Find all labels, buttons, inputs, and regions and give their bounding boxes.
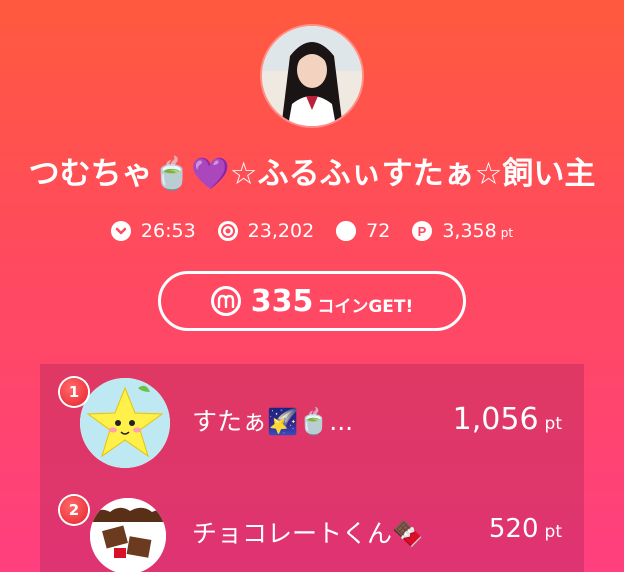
ranking-score-value: 520: [488, 514, 539, 544]
stat-comments-value: 72: [366, 220, 391, 242]
profile-avatar[interactable]: [262, 26, 362, 126]
ranking-name: チョコレートくん🍫: [192, 519, 424, 548]
broadcast-icon: [217, 221, 238, 241]
ranking-score: 520 pt: [489, 514, 562, 544]
stat-points-value: 3,358: [442, 220, 497, 242]
svg-text:P: P: [418, 224, 427, 239]
ranking-score-unit: pt: [544, 414, 562, 434]
profile-photo: [262, 26, 362, 126]
stat-views: 23,202: [217, 220, 315, 242]
coin-count: 335: [250, 283, 314, 319]
stat-comments: 72: [336, 220, 390, 242]
coin-get-label: コインGET!: [317, 296, 414, 317]
stat-points: P 3,358 pt: [412, 220, 513, 242]
ranking-list: 1 すたぁ🌠🍵... 1,056 pt 2 チョコレートくん🍫 520 pt: [40, 364, 584, 572]
star-character-icon: [80, 378, 170, 468]
rank-badge: 1: [60, 378, 88, 406]
ranking-row[interactable]: 1 すたぁ🌠🍵... 1,056 pt: [40, 364, 584, 474]
stat-time: 26:53: [110, 220, 196, 242]
rank-badge: 2: [60, 496, 88, 524]
ranking-score: 1,056 pt: [453, 402, 562, 437]
speech-bubble-icon: [336, 221, 357, 241]
profile-name: つむちゃ🍵💜☆ふるふぃすたぁ☆飼い主: [28, 156, 596, 192]
ranking-avatar: [90, 498, 166, 572]
stats-bar: 26:53 23,202 72 P 3,358 pt: [0, 220, 624, 242]
stat-views-value: 23,202: [247, 220, 315, 242]
points-p-icon: P: [412, 221, 433, 241]
coin-get-button[interactable]: 335 コインGET!: [158, 271, 466, 331]
chocolate-icon: [90, 498, 166, 572]
chevron-down-icon: [110, 221, 131, 241]
ranking-score-unit: pt: [544, 522, 562, 542]
coin-m-icon: [210, 286, 241, 316]
ranking-avatar: [80, 378, 170, 468]
stat-points-unit: pt: [500, 226, 514, 240]
ranking-row[interactable]: 2 チョコレートくん🍫 520 pt: [40, 474, 584, 572]
stat-time-value: 26:53: [140, 220, 196, 242]
ranking-name: すたぁ🌠🍵...: [192, 407, 354, 436]
ranking-score-value: 1,056: [452, 402, 539, 437]
